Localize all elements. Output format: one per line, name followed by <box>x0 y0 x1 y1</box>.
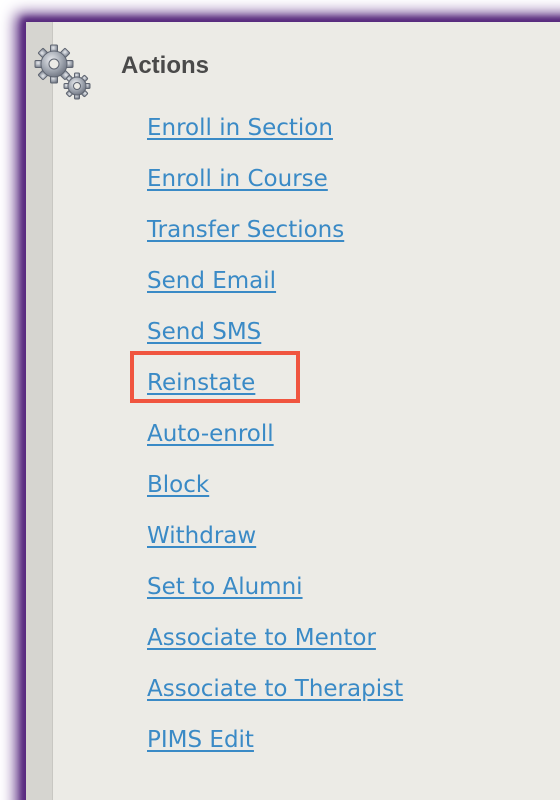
enroll-in-section-link[interactable]: Enroll in Section <box>147 115 333 141</box>
send-email-link[interactable]: Send Email <box>147 268 276 294</box>
panel-left-rail <box>26 22 53 800</box>
list-item: Reinstate <box>147 367 403 418</box>
list-item: Block <box>147 469 403 520</box>
enroll-in-course-link[interactable]: Enroll in Course <box>147 166 328 192</box>
list-item: Set to Alumni <box>147 571 403 622</box>
reinstate-link[interactable]: Reinstate <box>147 370 255 396</box>
actions-panel: Actions Enroll in Section Enroll in Cour… <box>26 22 560 800</box>
list-item: Send Email <box>147 265 403 316</box>
list-item: Enroll in Section <box>147 112 403 163</box>
list-item: Transfer Sections <box>147 214 403 265</box>
auto-enroll-link[interactable]: Auto-enroll <box>147 421 274 447</box>
withdraw-link[interactable]: Withdraw <box>147 523 256 549</box>
block-link[interactable]: Block <box>147 472 209 498</box>
actions-heading: Actions <box>121 52 210 79</box>
send-sms-link[interactable]: Send SMS <box>147 319 261 345</box>
associate-to-mentor-link[interactable]: Associate to Mentor <box>147 625 376 651</box>
list-item: Send SMS <box>147 316 403 367</box>
screenshot-stage: Actions Enroll in Section Enroll in Cour… <box>0 0 560 800</box>
associate-to-therapist-link[interactable]: Associate to Therapist <box>147 676 403 702</box>
list-item: Auto-enroll <box>147 418 403 469</box>
set-to-alumni-link[interactable]: Set to Alumni <box>147 574 303 600</box>
list-item: Associate to Therapist <box>147 673 403 724</box>
list-item: PIMS Edit <box>147 724 403 775</box>
gears-icon <box>34 44 91 100</box>
transfer-sections-link[interactable]: Transfer Sections <box>147 217 344 243</box>
actions-list: Enroll in Section Enroll in Course Trans… <box>147 112 403 775</box>
list-item: Withdraw <box>147 520 403 571</box>
list-item: Associate to Mentor <box>147 622 403 673</box>
list-item: Enroll in Course <box>147 163 403 214</box>
pims-edit-link[interactable]: PIMS Edit <box>147 727 254 753</box>
